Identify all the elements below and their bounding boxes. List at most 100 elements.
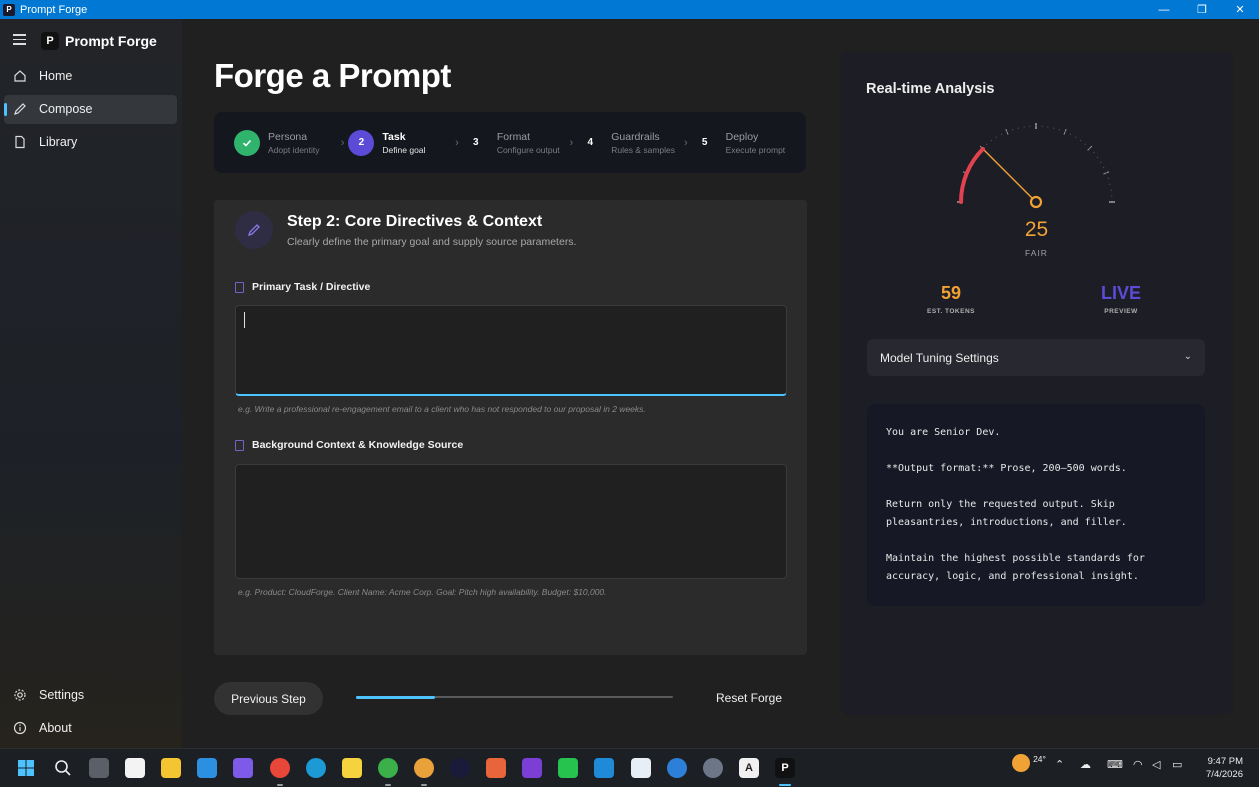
visual-studio-icon[interactable] bbox=[522, 758, 542, 778]
analysis-panel: Real-time Analysis 25 FAIR 59 EST. TOKEN… bbox=[840, 52, 1233, 715]
preview-line: Return only the requested output. Skip p… bbox=[886, 499, 1127, 528]
gauge-dot bbox=[1105, 172, 1107, 174]
card-subtitle: Clearly define the primary goal and supp… bbox=[287, 236, 577, 248]
active-indicator bbox=[779, 784, 791, 786]
running-indicator bbox=[385, 784, 391, 786]
battery-icon[interactable]: ▭ bbox=[1172, 758, 1182, 771]
gauge-dot bbox=[1110, 189, 1112, 191]
task-view-icon[interactable] bbox=[89, 758, 109, 778]
gauge-dot bbox=[1006, 131, 1008, 133]
edge-icon[interactable] bbox=[306, 758, 326, 778]
close-button[interactable]: ✕ bbox=[1221, 0, 1259, 19]
sidebar-item-about[interactable]: About bbox=[4, 714, 177, 743]
gauge-dot bbox=[1047, 126, 1049, 128]
gauge-dot bbox=[1096, 156, 1099, 158]
gauge-dot bbox=[986, 143, 988, 145]
active-indicator bbox=[4, 103, 7, 116]
task-label: Primary Task / Directive bbox=[235, 281, 370, 293]
stepper: Persona Adopt identity › 2 Task Define g… bbox=[214, 112, 806, 173]
sidebar: P Prompt Forge Home Compose Library Sett… bbox=[0, 19, 182, 748]
step-subtitle: Configure output bbox=[496, 144, 560, 155]
onedrive-icon[interactable]: ☁ bbox=[1080, 758, 1091, 771]
whatsapp-icon[interactable] bbox=[558, 758, 578, 778]
live-value: LIVE bbox=[1100, 283, 1141, 303]
context-hint: e.g. Product: CloudForge. Client Name: A… bbox=[238, 587, 607, 597]
step-number: 3 bbox=[473, 137, 479, 148]
previous-step-button[interactable]: Previous Step bbox=[214, 682, 323, 715]
chevron-down-icon: ⌄ bbox=[1183, 351, 1192, 362]
menu-icon[interactable] bbox=[13, 34, 26, 45]
store-icon[interactable] bbox=[125, 758, 145, 778]
context-label: Background Context & Knowledge Source bbox=[235, 439, 463, 451]
maximize-button[interactable]: ❐ bbox=[1183, 0, 1221, 19]
chrome-icon[interactable] bbox=[270, 758, 290, 778]
chevron-up-icon[interactable]: ⌃ bbox=[1055, 758, 1064, 771]
sidebar-item-label: Settings bbox=[39, 688, 85, 702]
background-context-input[interactable] bbox=[235, 464, 787, 579]
taskbar: A P 24° ⌃ ☁ ⌨ ◠ ◁ ▭ 9:47 PM 7/4/2026 bbox=[0, 748, 1259, 787]
app-icon[interactable] bbox=[450, 758, 470, 778]
gauge-dot bbox=[1058, 129, 1061, 131]
step-number: 5 bbox=[701, 137, 708, 148]
clock[interactable]: 9:47 PM 7/4/2026 bbox=[1206, 755, 1243, 781]
step-subtitle: Adopt identity bbox=[268, 144, 320, 155]
preview-line: **Output format:** Prose, 200–500 words. bbox=[886, 463, 1127, 474]
context-label-text: Background Context & Knowledge Source bbox=[252, 439, 464, 451]
running-indicator bbox=[277, 784, 283, 786]
notepad-icon[interactable] bbox=[631, 758, 651, 778]
file-explorer-icon[interactable] bbox=[161, 758, 181, 778]
weather-widget[interactable]: 24° bbox=[1012, 754, 1046, 772]
chrome-icon[interactable] bbox=[378, 758, 398, 778]
windows-start-icon[interactable] bbox=[16, 758, 36, 778]
sidebar-item-settings[interactable]: Settings bbox=[4, 681, 177, 710]
reset-forge-button[interactable]: Reset Forge bbox=[716, 691, 782, 705]
tokens-stat: 59 EST. TOKENS bbox=[901, 283, 1001, 315]
gauge-dot bbox=[1064, 131, 1066, 133]
search-icon[interactable] bbox=[53, 758, 73, 778]
pencil-icon bbox=[235, 211, 273, 249]
model-tuning-dropdown[interactable]: Model Tuning Settings ⌄ bbox=[867, 339, 1205, 376]
step-subtitle: Rules & samples bbox=[611, 144, 675, 155]
sync-icon[interactable] bbox=[667, 758, 687, 778]
minimize-button[interactable]: — bbox=[1145, 0, 1183, 19]
gear-icon[interactable] bbox=[703, 758, 723, 778]
step-format[interactable]: 3 Format Configure output › bbox=[463, 130, 577, 156]
gauge-dot bbox=[1017, 127, 1019, 129]
chrome-icon[interactable] bbox=[414, 758, 434, 778]
step-number: 4 bbox=[587, 137, 593, 148]
sidebar-item-label: About bbox=[39, 721, 72, 735]
chevron-right-icon: › bbox=[455, 136, 459, 149]
sticky-notes-icon[interactable] bbox=[342, 758, 362, 778]
gauge-dot bbox=[1107, 177, 1109, 180]
sidebar-item-library[interactable]: Library bbox=[4, 128, 177, 157]
gauge-dot bbox=[990, 139, 992, 142]
card-title: Step 2: Core Directives & Context bbox=[287, 213, 543, 230]
app-icon[interactable] bbox=[197, 758, 217, 778]
text-caret bbox=[244, 312, 245, 328]
claude-icon[interactable] bbox=[486, 758, 506, 778]
step-persona[interactable]: Persona Adopt identity › bbox=[234, 129, 348, 156]
sidebar-item-compose[interactable]: Compose bbox=[4, 95, 177, 124]
prompt-forge-taskbar-icon[interactable]: P bbox=[775, 758, 795, 778]
app-icon[interactable]: A bbox=[739, 758, 759, 778]
copilot-icon[interactable] bbox=[233, 758, 253, 778]
title-bar: P Prompt Forge — ❐ ✕ bbox=[0, 0, 1259, 19]
step-subtitle: Define goal bbox=[382, 144, 426, 155]
step-task[interactable]: 2 Task Define goal › bbox=[348, 129, 462, 156]
gauge-dot bbox=[1103, 166, 1105, 169]
step-name: Deploy bbox=[725, 130, 759, 143]
gauge-dot bbox=[1023, 126, 1025, 128]
keyboard-icon[interactable]: ⌨ bbox=[1107, 758, 1123, 771]
chevron-right-icon: › bbox=[340, 136, 345, 149]
wifi-icon[interactable]: ◠ bbox=[1133, 758, 1143, 771]
live-label: PREVIEW bbox=[1104, 308, 1138, 315]
weather-icon bbox=[1012, 754, 1030, 772]
step-deploy[interactable]: 5 Deploy Execute prompt bbox=[692, 130, 806, 156]
step-guardrails[interactable]: 4 Guardrails Rules & samples › bbox=[577, 130, 691, 156]
brand-logo-icon: P bbox=[41, 32, 59, 50]
live-stat: LIVE PREVIEW bbox=[1071, 283, 1171, 315]
vscode-icon[interactable] bbox=[594, 758, 614, 778]
volume-icon[interactable]: ◁ bbox=[1152, 758, 1160, 771]
sidebar-item-home[interactable]: Home bbox=[4, 62, 177, 91]
primary-task-input[interactable] bbox=[235, 305, 787, 396]
